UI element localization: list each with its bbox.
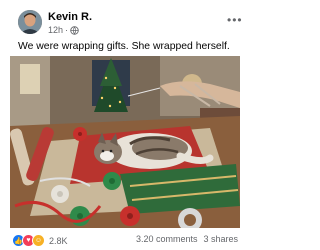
post-photo[interactable] <box>10 56 240 228</box>
reaction-count[interactable]: 2.8K <box>49 236 68 246</box>
ellipsis-icon[interactable]: ••• <box>227 13 243 27</box>
shares-count[interactable]: 3 shares <box>203 234 238 244</box>
avatar[interactable] <box>18 10 42 34</box>
comments-count[interactable]: 3.20 comments <box>136 234 198 244</box>
post-footer: 👍 ♥ ☺ 2.8K 3.20 comments 3 shares <box>12 233 238 247</box>
reaction-summary[interactable]: 👍 ♥ ☺ 2.8K <box>12 234 68 247</box>
author-name[interactable]: Kevin R. <box>48 11 92 23</box>
post-meta: 12h · <box>48 25 79 35</box>
meta-separator: · <box>65 25 69 35</box>
post-time[interactable]: 12h <box>48 25 63 35</box>
post-stats: 3.20 comments 3 shares <box>136 234 238 244</box>
haha-icon: ☺ <box>32 234 45 247</box>
cat-wrapping-photo <box>10 56 240 228</box>
globe-icon <box>70 25 79 35</box>
post-caption: We were wrapping gifts. She wrapped hers… <box>18 41 230 52</box>
